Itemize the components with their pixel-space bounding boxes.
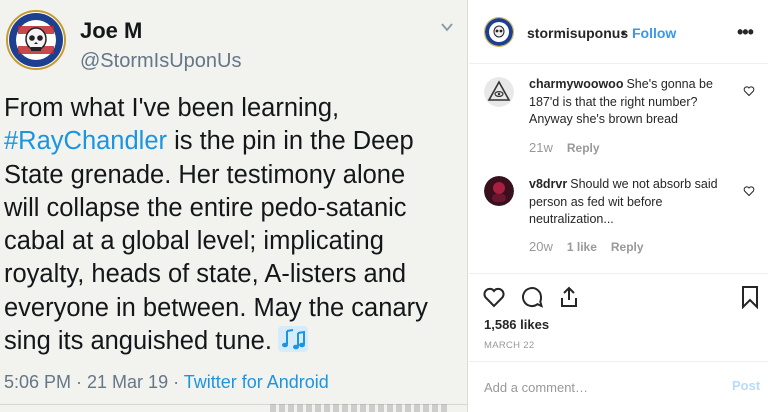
comment-meta: 21w Reply [529, 140, 600, 155]
divider [469, 361, 768, 362]
comment-meta: 20w 1 like Reply [529, 239, 644, 254]
profile-photo-icon [484, 176, 514, 206]
tweet-author-handle: @StormIsUponUs [80, 50, 242, 72]
comment-username[interactable]: charmywoowoo [529, 77, 623, 91]
heart-icon[interactable] [482, 285, 506, 309]
post-comment-button[interactable]: Post [732, 378, 760, 393]
tweet-line: From what I've been learning, [4, 94, 340, 122]
poster-username[interactable]: stormisuponus [527, 25, 628, 41]
tweet-source: Twitter for Android [183, 372, 329, 392]
pyramid-eye-icon [484, 77, 514, 107]
skull-badge-icon [485, 18, 513, 46]
poster-avatar[interactable] [484, 17, 514, 47]
post-header: stormisuponus • Follow ••• [469, 0, 768, 64]
skull-badge-icon [9, 13, 63, 67]
chevron-down-icon [441, 23, 453, 32]
comment-icon[interactable] [520, 285, 544, 309]
tweet-line: sing its anguished tune. [4, 325, 462, 358]
tweet-line: everyone in between. May the canary [4, 293, 428, 322]
tweet-line-text: sing its anguished tune. [4, 327, 272, 356]
tweet-line: #RayChandler is the pin in the Deep [4, 125, 462, 158]
tweet-line: cabal at a global level; implicating [4, 227, 384, 256]
tweet-timestamp: 5:06 PM · 21 Mar 19 · [4, 372, 184, 392]
heart-icon[interactable] [743, 185, 755, 197]
tweet-avatar [6, 10, 66, 70]
more-options-icon[interactable]: ••• [737, 22, 754, 43]
divider [469, 273, 768, 274]
tweet-line: royalty, heads of state, A-listers and [4, 260, 407, 289]
tweet-line-text: is the pin in the Deep [167, 127, 414, 156]
comment-like-count[interactable]: 1 like [567, 240, 597, 254]
hashtag-link: #RayChandler [4, 127, 168, 156]
post-date: MARCH 22 [484, 340, 535, 351]
reply-button[interactable]: Reply [567, 141, 600, 155]
cropped-text-fragment [270, 404, 450, 412]
comment-text: charmywoowoo She's gonna be 187'd is that… [529, 76, 734, 129]
comment-time: 21w [529, 140, 553, 155]
music-notes-icon [277, 326, 308, 353]
comment-time: 20w [529, 239, 553, 254]
separator-dot: • [621, 25, 626, 41]
heart-icon[interactable] [743, 85, 755, 97]
post-image[interactable]: Joe M @StormIsUponUs From what I've been… [0, 0, 468, 412]
share-icon[interactable] [557, 285, 581, 309]
instagram-panel: stormisuponus • Follow ••• charmywoowoo S… [469, 0, 768, 412]
comment-username[interactable]: v8drvr [529, 177, 567, 191]
follow-button[interactable]: Follow [632, 25, 676, 41]
commenter-avatar[interactable] [484, 176, 514, 206]
tweet-text: From what I've been learning, #RayChandl… [4, 92, 462, 358]
tweet-line: will collapse the entire pedo-satanic [4, 193, 407, 222]
tweet-meta: 5:06 PM · 21 Mar 19 · Twitter for Androi… [4, 372, 329, 393]
commenter-avatar[interactable] [484, 77, 514, 107]
tweet-line: State grenade. Her testimony alone [4, 160, 406, 189]
tweet-author-name: Joe M [80, 18, 143, 43]
like-count[interactable]: 1,586 likes [484, 317, 549, 332]
bookmark-icon[interactable] [738, 285, 762, 309]
comment-text: v8drvr Should we not absorb said person a… [529, 176, 734, 229]
reply-button[interactable]: Reply [611, 240, 644, 254]
comment-input[interactable] [484, 377, 724, 397]
